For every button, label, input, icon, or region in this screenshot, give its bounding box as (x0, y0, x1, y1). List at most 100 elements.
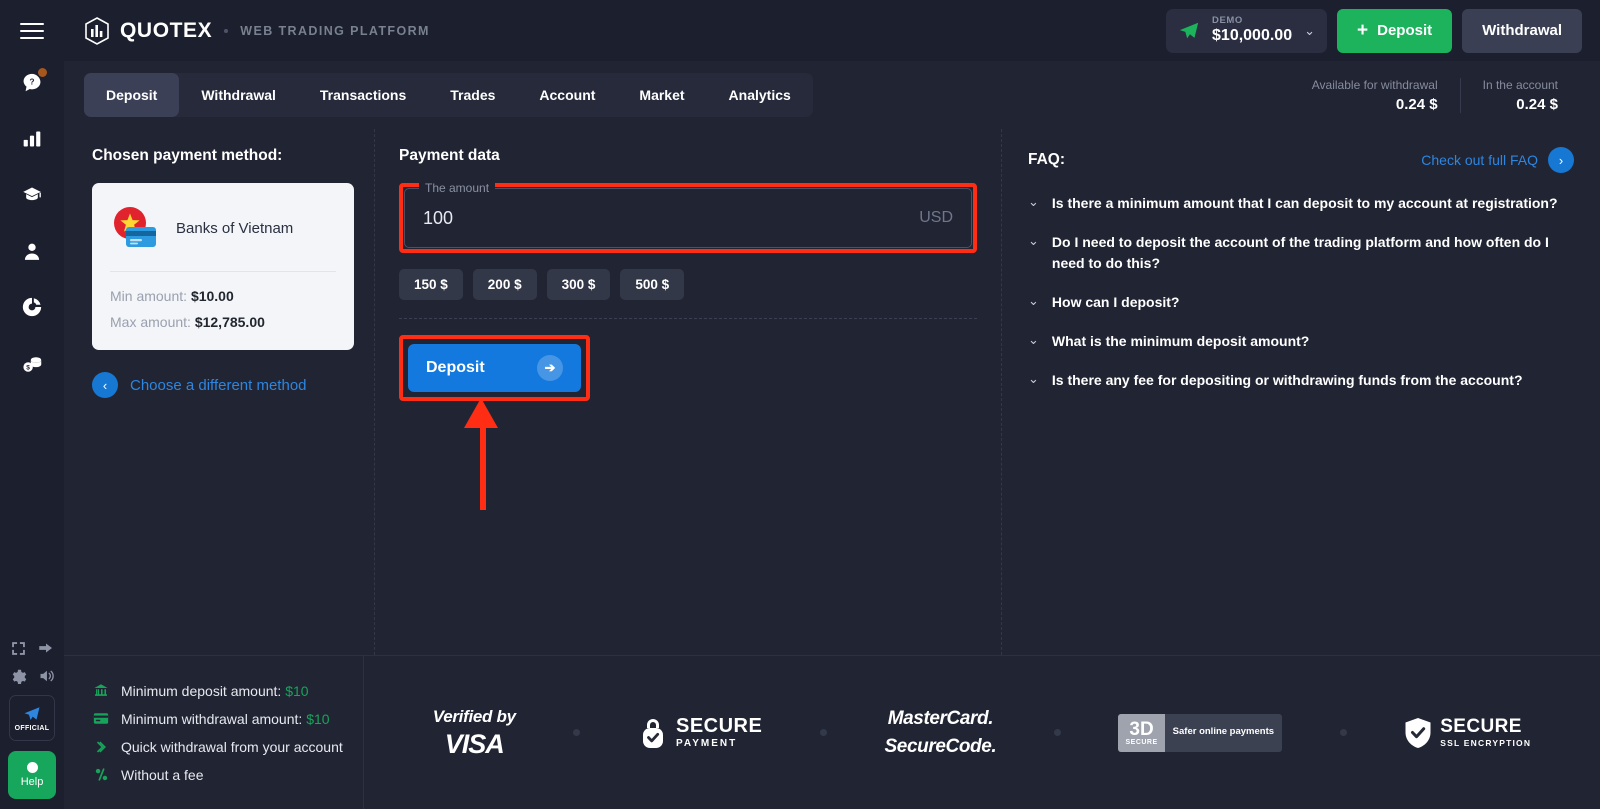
mastercard-securecode-badge: MasterCard. SecureCode. (884, 708, 997, 757)
tab-account[interactable]: Account (517, 73, 617, 117)
amount-currency: USD (919, 209, 953, 226)
submit-deposit-button[interactable]: Deposit ➔ (408, 344, 581, 392)
coins-money-icon[interactable]: $ (15, 346, 49, 380)
max-amount-label: Max amount: (110, 314, 191, 330)
benefit-label: Without a fee (121, 766, 204, 783)
education-cap-icon[interactable] (15, 178, 49, 212)
mastercard-line2: SecureCode. (884, 735, 997, 757)
brand-subtitle: WEB TRADING PLATFORM (240, 23, 430, 38)
choose-different-method-label: Choose a different method (130, 376, 307, 394)
faq-question: How can I deposit? (1051, 293, 1180, 310)
tab-transactions[interactable]: Transactions (298, 73, 428, 117)
arrow-shaft (480, 424, 486, 510)
amount-input[interactable]: The amount 100 USD (404, 181, 972, 248)
benefit-text: Minimum deposit amount: $10 (121, 683, 309, 699)
benefit-text: Without a fee (121, 767, 204, 783)
benefit-label: Minimum deposit amount: (121, 682, 282, 699)
gear-icon[interactable] (9, 667, 27, 685)
in-the-account: In the account 0.24 $ (1459, 77, 1580, 113)
main-content: Chosen payment method: Banks of Vietnam (64, 129, 1600, 655)
header-deposit-button[interactable]: + Deposit (1337, 8, 1453, 53)
account-balance-selector[interactable]: DEMO $10,000.00 ⌄ (1166, 8, 1327, 53)
help-button[interactable]: Help (8, 751, 56, 799)
max-amount-row: Max amount: $12,785.00 (110, 314, 336, 330)
benefit-row: Quick withdrawal from your account (92, 739, 343, 755)
notification-dot (38, 68, 47, 77)
chevron-down-icon[interactable]: ⌄ (1304, 23, 1315, 39)
tab-analytics[interactable]: Analytics (707, 73, 813, 117)
tab-trades[interactable]: Trades (428, 73, 517, 117)
min-amount-value: $10.00 (190, 288, 234, 304)
official-telegram-button[interactable]: OFFICIAL (9, 695, 55, 741)
tab-market[interactable]: Market (617, 73, 706, 117)
chart-bars-icon[interactable] (15, 122, 49, 156)
faq-item[interactable]: ⌄ Is there any fee for depositing or wit… (1028, 370, 1574, 390)
visa-line1: Verified by (432, 706, 516, 726)
brand-name: QUOTEX (120, 18, 213, 42)
tds-small: SECURE (1125, 738, 1158, 746)
benefit-value: $10 (285, 682, 309, 699)
help-label: Help (20, 776, 44, 788)
faq-item[interactable]: ⌄ How can I deposit? (1028, 292, 1574, 312)
chevron-down-icon: ⌄ (1028, 332, 1039, 348)
faq-item[interactable]: ⌄ What is the minimum deposit amount? (1028, 331, 1574, 351)
tab-deposit[interactable]: Deposit (84, 73, 180, 117)
tds-text: Safer online payments (1172, 726, 1275, 738)
quick-amount-200[interactable]: 200 $ (472, 269, 537, 300)
annotation-arrow-up (464, 398, 498, 510)
faq-question: Do I need to deposit the account of the … (1051, 234, 1549, 271)
benefit-row: Minimum deposit amount: $10 (92, 683, 343, 699)
faq-question: What is the minimum deposit amount? (1051, 333, 1310, 350)
svg-text:$: $ (26, 364, 30, 371)
min-amount-row: Min amount: $10.00 (110, 288, 336, 304)
faq-item[interactable]: ⌄ Is there a minimum amount that I can d… (1028, 193, 1574, 213)
quick-amount-300[interactable]: 300 $ (546, 269, 611, 300)
menu-burger-icon[interactable] (14, 14, 50, 48)
balance-kind: DEMO (1212, 15, 1243, 27)
footer-security-badges: Verified by VISA SECURE PAYMENT MasterCa… (364, 708, 1600, 758)
3d-secure-mark: 3D SECURE (1118, 713, 1165, 752)
double-chevron-icon (92, 740, 110, 754)
pie-chart-icon[interactable] (15, 290, 49, 324)
faq-question: Is there any fee for depositing or withd… (1051, 372, 1523, 389)
section-tabbar: Deposit Withdrawal Transactions Trades A… (64, 61, 1600, 129)
min-amount-label: Min amount: (110, 288, 188, 304)
shield-check-icon (1405, 717, 1431, 748)
max-amount-value: $12,785.00 (194, 314, 265, 330)
check-full-faq-link[interactable]: Check out full FAQ › (1421, 147, 1574, 173)
telegram-plane-icon (1179, 22, 1199, 38)
fullscreen-icon[interactable] (10, 640, 27, 657)
volume-icon[interactable] (37, 667, 56, 685)
faq-item[interactable]: ⌄ Do I need to deposit the account of th… (1028, 232, 1574, 273)
header-actions: DEMO $10,000.00 ⌄ + Deposit Withdrawal (1166, 8, 1590, 53)
payment-data-title: Payment data (399, 147, 500, 164)
visa-line2: VISA (444, 728, 505, 759)
rail-row-fullscreen (0, 639, 64, 657)
separator-dot (573, 729, 581, 736)
left-rail: ? $ OFFICIAL Help (0, 0, 64, 809)
profile-user-icon[interactable] (15, 234, 49, 268)
quick-amount-500[interactable]: 500 $ (620, 269, 685, 300)
benefit-row: Without a fee (92, 767, 343, 783)
percent-icon (92, 767, 110, 782)
payment-method-header: Banks of Vietnam (92, 183, 354, 271)
account-summary: Available for withdrawal 0.24 $ In the a… (1290, 77, 1580, 113)
lock-check-icon (642, 718, 663, 748)
support-chat-icon[interactable]: ? (15, 66, 49, 100)
faq-header: FAQ: Check out full FAQ › (1028, 147, 1574, 173)
collapse-arrow-icon[interactable] (37, 639, 55, 657)
header-withdrawal-button[interactable]: Withdrawal (1462, 8, 1582, 53)
payment-method-card[interactable]: Banks of Vietnam Min amount: $10.00 Max … (92, 183, 354, 350)
deposit-button-highlight: Deposit ➔ (399, 335, 590, 401)
secure-payment-badge: SECURE PAYMENT (638, 716, 762, 750)
brand-logo[interactable]: QUOTEX (84, 16, 213, 45)
submit-deposit-label: Deposit (426, 359, 485, 376)
ssl-line2: SSL ENCRYPTION (1440, 738, 1532, 749)
tab-withdrawal[interactable]: Withdrawal (179, 73, 298, 117)
benefit-text: Minimum withdrawal amount: $10 (121, 711, 330, 727)
ssl-line1: SECURE (1440, 716, 1522, 738)
choose-different-method-link[interactable]: ‹ Choose a different method (92, 372, 352, 398)
quick-amount-150[interactable]: 150 $ (399, 269, 463, 300)
svg-text:?: ? (29, 77, 34, 86)
chevron-down-icon: ⌄ (1028, 292, 1039, 308)
